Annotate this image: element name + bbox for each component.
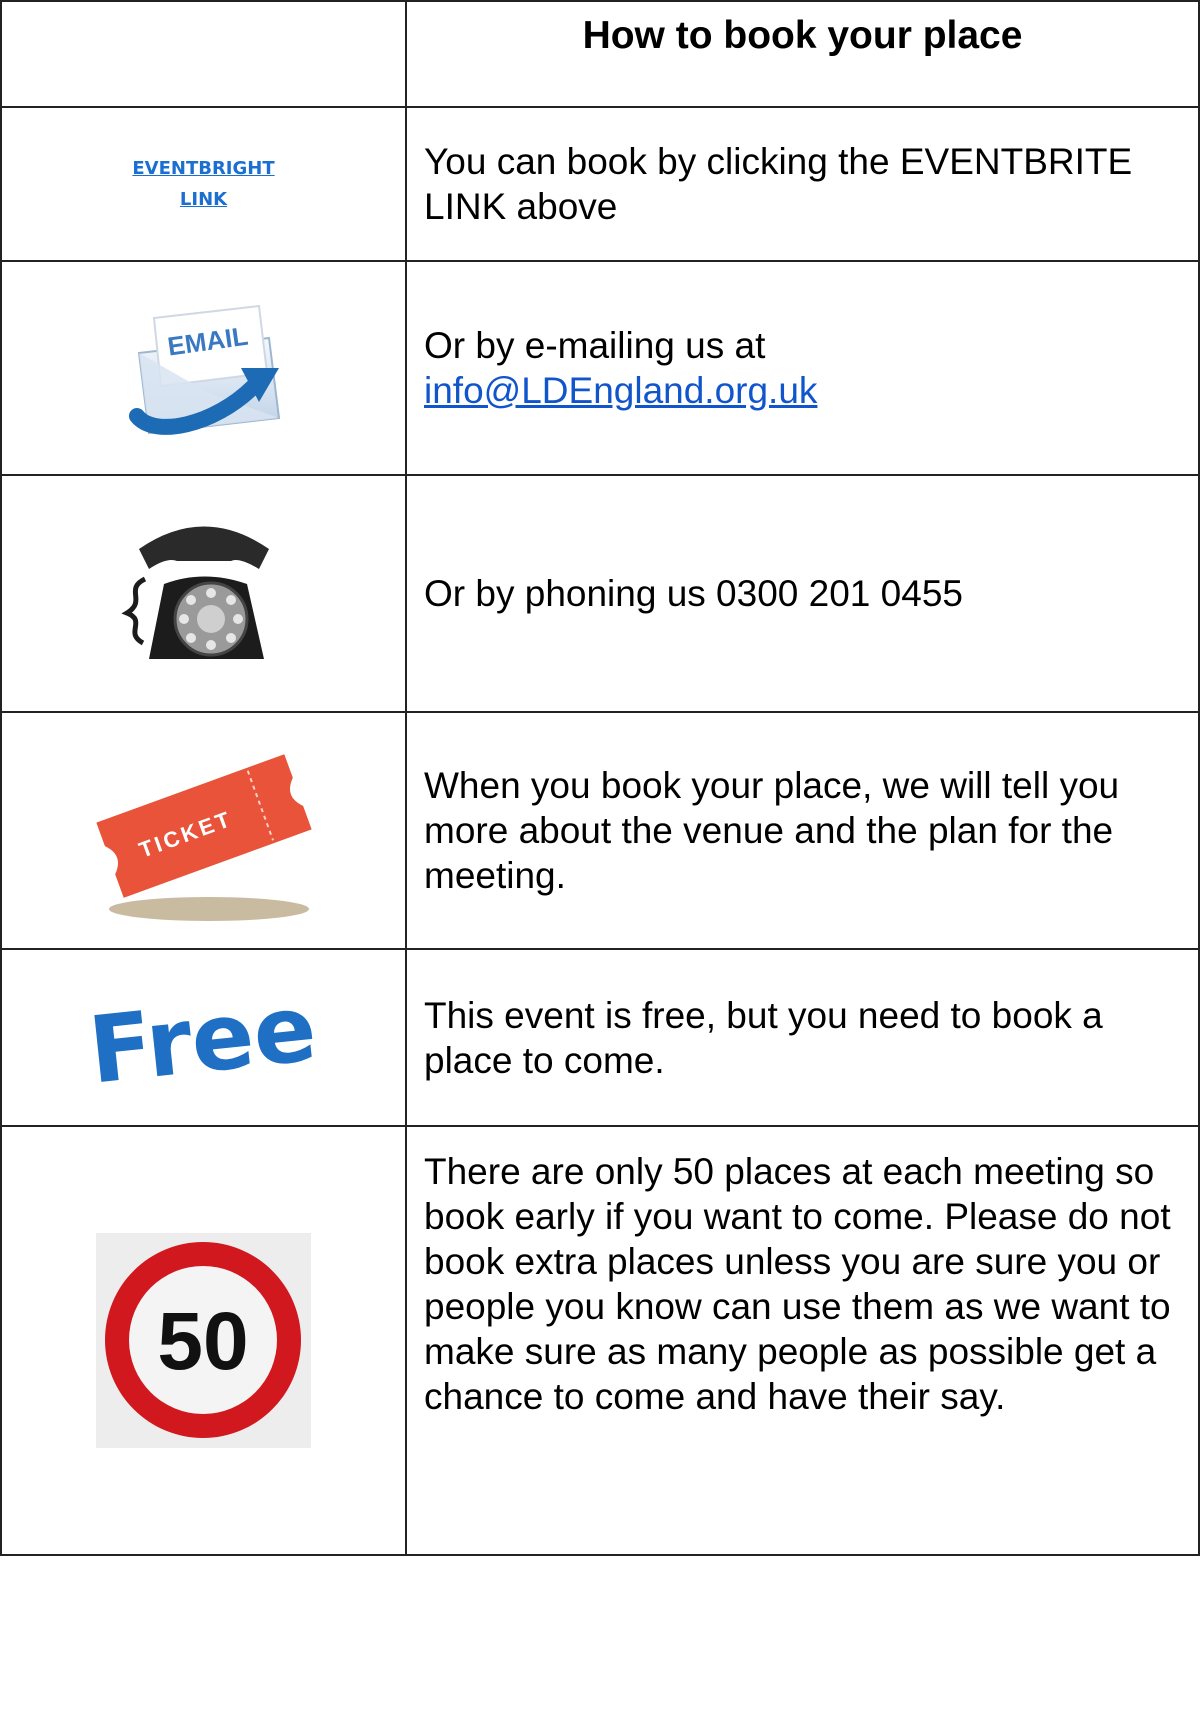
eventbrite-link-cell: EVENTBRIGHT LINK <box>0 106 407 262</box>
ticket-text: When you book your place, we will tell y… <box>405 711 1200 950</box>
speed-limit-sign-icon: 50 <box>96 1233 311 1448</box>
ticket-icon-cell: TICKET <box>0 711 407 950</box>
ticket-icon: TICKET <box>95 753 312 921</box>
phone-row: Or by phoning us 0300 201 0455 <box>0 474 1200 713</box>
free-icon-cell: Free <box>0 948 407 1127</box>
email-envelope-icon: EMAIL <box>128 304 280 435</box>
email-row: EMAIL Or by e-mailing us at info@LDEngla… <box>0 260 1200 476</box>
header-empty-cell <box>0 0 407 108</box>
limit-row: 50 There are only 50 places at each meet… <box>0 1125 1200 1556</box>
email-link[interactable]: info@LDEngland.org.uk <box>424 370 817 411</box>
email-text: Or by e-mailing us at <box>424 325 766 366</box>
eventbrite-row: EVENTBRIGHT LINK You can book by clickin… <box>0 106 1200 262</box>
eventbrite-text: You can book by clicking the EVENTBRITE … <box>405 106 1200 262</box>
free-badge-icon: Free <box>82 972 323 1106</box>
phone-text: Or by phoning us 0300 201 0455 <box>405 474 1200 713</box>
ticket-row: TICKET When you book your place, we will… <box>0 711 1200 950</box>
limit-icon-cell: 50 <box>0 1125 407 1556</box>
phone-icon-cell <box>0 474 407 713</box>
free-icon-label: Free <box>84 974 321 1104</box>
eventbrite-link[interactable]: EVENTBRIGHT LINK <box>129 153 279 215</box>
limit-text: There are only 50 places at each meeting… <box>405 1125 1200 1556</box>
email-icon-cell: EMAIL <box>0 260 407 476</box>
free-row: Free This event is free, but you need to… <box>0 948 1200 1127</box>
free-text: This event is free, but you need to book… <box>405 948 1200 1127</box>
speed-limit-label: 50 <box>157 1296 248 1387</box>
email-text-cell: Or by e-mailing us at info@LDEngland.org… <box>405 260 1200 476</box>
header-row: How to book your place <box>0 0 1200 108</box>
page-title: How to book your place <box>405 0 1200 108</box>
booking-table: How to book your place EVENTBRIGHT LINK … <box>0 0 1200 1556</box>
rotary-phone-icon <box>120 526 269 659</box>
